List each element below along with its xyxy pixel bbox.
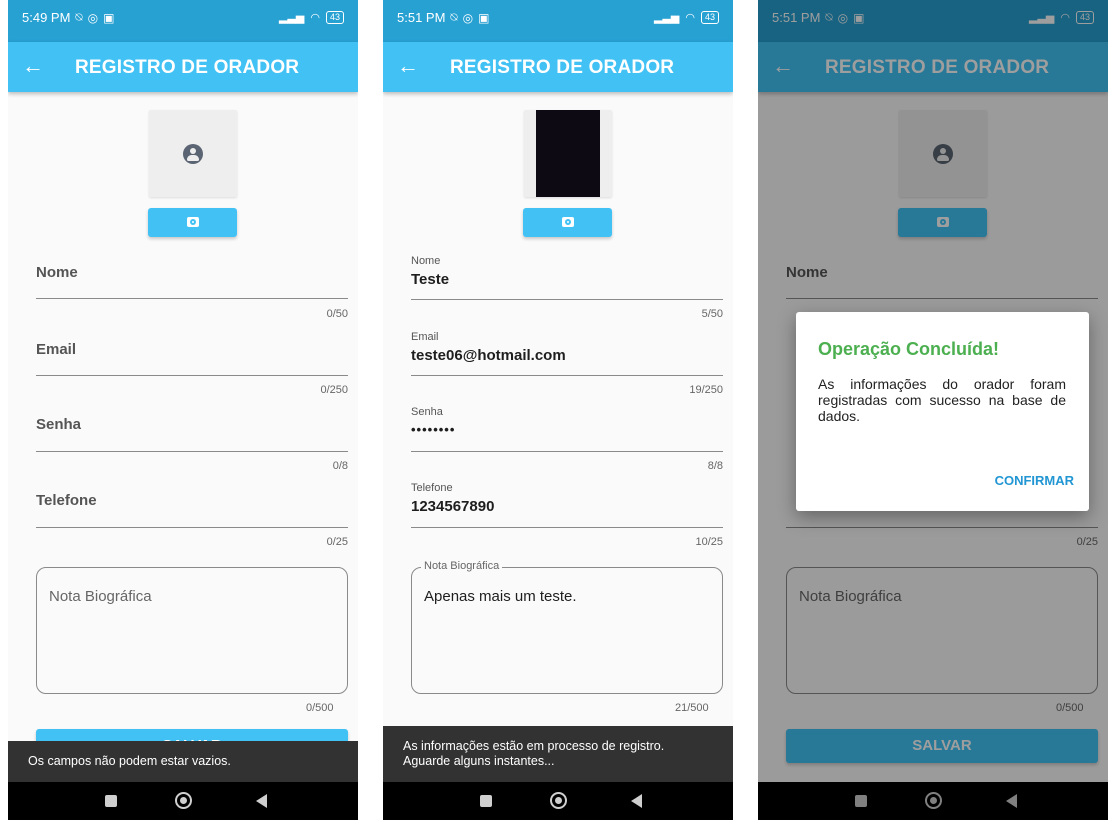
system-nav-bar [383,782,733,820]
nome-underline [411,299,723,300]
arrow-left-icon[interactable]: ← [397,53,419,79]
email-value: teste06@hotmail.com [411,347,566,364]
take-photo-button[interactable] [148,208,237,237]
bio-counter: 0/500 [306,702,334,714]
wifi-icon: ◠ [685,12,695,24]
recents-square-icon[interactable] [105,795,117,807]
snackbar: As informações estão em processo de regi… [383,726,733,782]
bio-textarea[interactable]: Nota Biográfica Apenas mais um teste. [411,560,723,694]
telefone-counter: 0/25 [326,536,348,548]
phone-screen-success-dialog: 5:51 PM ⍉ ◎ ▣ ▂▃▅ ◠ 43 ← REGISTRO DE ORA… [758,0,1108,820]
muted-bell-icon: ⍉ [450,10,458,24]
dialog-message: As informações do orador foram registrad… [818,376,1066,424]
senha-counter: 8/8 [707,460,723,472]
page-title: REGISTRO DE ORADOR [75,57,300,78]
phone-screen-filled-form: 5:51 PM ⍉ ◎ ▣ ▂▃▅ ◠ 43 ← REGISTRO DE ORA… [383,0,733,820]
senha-underline [36,451,348,452]
alarm-icon: ◎ [87,10,99,25]
bio-placeholder: Nota Biográfica [49,588,152,605]
battery-icon: 43 [700,11,719,24]
success-dialog: Operação Concluída! As informações do or… [796,312,1089,511]
senha-counter: 0/8 [332,460,348,472]
home-circle-icon[interactable] [175,792,192,809]
app-bar: ← REGISTRO DE ORADOR [383,42,733,92]
email-label: Email [411,331,439,343]
back-triangle-icon[interactable] [256,794,267,808]
nome-label: Nome [411,255,441,267]
status-time: 5:51 PM [397,10,446,25]
nome-counter: 5/50 [701,308,723,320]
page-title: REGISTRO DE ORADOR [450,57,675,78]
nome-counter: 0/50 [326,308,348,320]
telefone-label: Telefone [411,482,453,494]
senha-underline [411,451,723,452]
profile-photo [524,110,612,197]
senha-label: Senha [36,416,82,433]
camera-icon [187,217,199,227]
bio-counter: 21/500 [675,702,709,714]
take-photo-button[interactable] [523,208,612,237]
bio-textarea[interactable]: Nota Biográfica [36,567,348,694]
telefone-label: Telefone [36,492,97,509]
email-counter: 0/250 [320,384,348,396]
battery-icon: 43 [325,11,344,24]
nome-value: Teste [411,271,450,288]
senha-label: Senha [411,406,443,418]
email-label: Email [36,341,77,358]
email-counter: 19/250 [689,384,723,396]
senha-value: •••••••• [411,422,456,437]
telefone-underline [411,527,723,528]
signal-icon: ▂▃▅ [653,12,680,24]
email-underline [36,375,348,376]
status-time: 5:49 PM [22,10,71,25]
bio-floating-label: Nota Biográfica [421,560,503,572]
video-icon: ▣ [103,10,115,25]
alarm-icon: ◎ [462,10,474,25]
telefone-value: 1234567890 [411,498,495,515]
wifi-icon: ◠ [310,12,320,24]
account-circle-icon [183,144,203,164]
screenshot-stage: 5:49 PM ⍉ ◎ ▣ ▂▃▅ ◠ 43 ← REGISTRO DE ORA… [0,0,1115,820]
video-icon: ▣ [478,10,490,25]
confirm-button[interactable]: CONFIRMAR [995,473,1074,488]
telefone-underline [36,527,348,528]
arrow-left-icon[interactable]: ← [22,53,44,79]
signal-icon: ▂▃▅ [278,12,305,24]
muted-bell-icon: ⍉ [75,10,83,24]
status-bar: 5:49 PM ⍉ ◎ ▣ ▂▃▅ ◠ 43 [8,0,358,42]
status-bar: 5:51 PM ⍉ ◎ ▣ ▂▃▅ ◠ 43 [383,0,733,42]
snackbar-message: As informações estão em processo de regi… [403,739,665,768]
snackbar-message: Os campos não podem estar vazios. [28,754,231,768]
email-underline [411,375,723,376]
telefone-counter: 10/25 [695,536,723,548]
home-circle-icon[interactable] [550,792,567,809]
profile-photo-placeholder [149,110,237,197]
back-triangle-icon[interactable] [631,794,642,808]
app-bar: ← REGISTRO DE ORADOR [8,42,358,92]
nome-label: Nome [36,264,78,281]
bio-value: Apenas mais um teste. [424,588,577,605]
system-nav-bar [8,782,358,820]
snackbar: Os campos não podem estar vazios. [8,741,358,782]
camera-icon [562,217,574,227]
phone-screen-empty-form: 5:49 PM ⍉ ◎ ▣ ▂▃▅ ◠ 43 ← REGISTRO DE ORA… [8,0,358,820]
recents-square-icon[interactable] [480,795,492,807]
dialog-title: Operação Concluída! [818,339,1000,359]
nome-underline [36,298,348,299]
captured-photo-image [536,110,600,197]
